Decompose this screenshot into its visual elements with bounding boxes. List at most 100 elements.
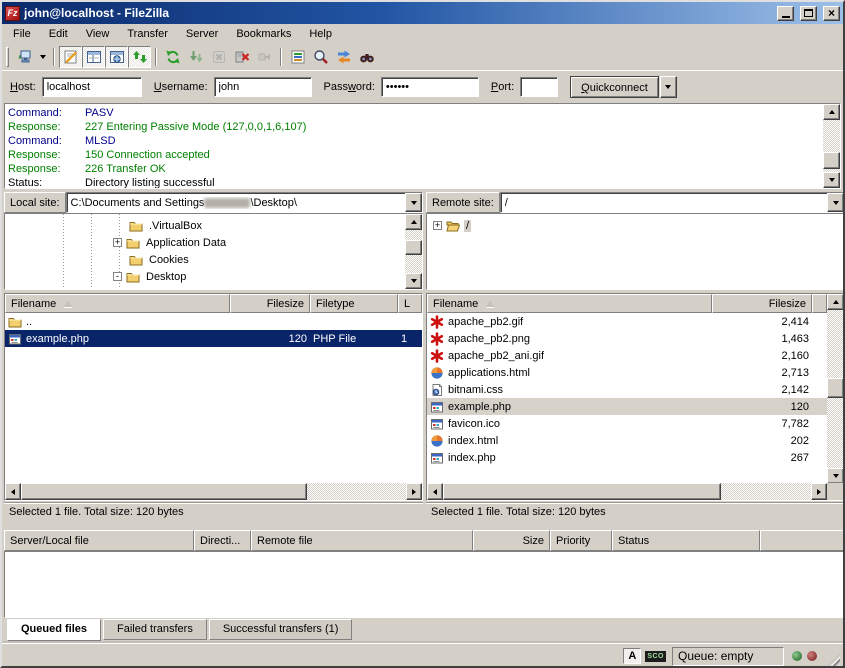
menu-server[interactable]: Server bbox=[177, 25, 227, 43]
expand-icon[interactable]: + bbox=[113, 238, 122, 247]
column-header-last-modified[interactable]: L bbox=[398, 294, 422, 313]
filename-filters-button[interactable] bbox=[286, 46, 309, 68]
remote-directory-tree[interactable]: + / bbox=[426, 213, 845, 290]
tab-successful-transfers[interactable]: Successful transfers (1) bbox=[209, 619, 353, 640]
local-horizontal-scrollbar[interactable] bbox=[5, 483, 422, 500]
site-manager-button[interactable] bbox=[13, 46, 36, 68]
horizontal-splitter[interactable] bbox=[2, 521, 845, 530]
tree-item-cookies[interactable]: Cookies bbox=[129, 251, 191, 268]
scroll-up-button[interactable] bbox=[827, 294, 844, 310]
minimize-button[interactable] bbox=[777, 6, 794, 21]
resize-grip[interactable] bbox=[826, 654, 840, 668]
scroll-left-button[interactable] bbox=[427, 483, 443, 500]
synchronized-browsing-button[interactable] bbox=[332, 46, 355, 68]
scroll-right-button[interactable] bbox=[406, 483, 422, 500]
process-queue-button[interactable] bbox=[184, 46, 207, 68]
local-file-row-parent[interactable]: .. bbox=[5, 313, 422, 330]
username-input[interactable] bbox=[214, 77, 312, 97]
toggle-transfer-queue-button[interactable] bbox=[128, 46, 151, 68]
speedlimit-badge-icon[interactable]: SCO bbox=[645, 651, 666, 662]
quickconnect-button[interactable]: Quickconnect bbox=[570, 76, 659, 98]
toolbar-grip[interactable] bbox=[6, 47, 9, 67]
menu-transfer[interactable]: Transfer bbox=[118, 25, 177, 43]
quickconnect-dropdown-button[interactable] bbox=[660, 76, 677, 98]
port-input[interactable] bbox=[520, 77, 558, 97]
scrollbar-thumb[interactable] bbox=[405, 240, 422, 255]
column-header-direction[interactable]: Directi... bbox=[194, 530, 251, 551]
local-directory-tree[interactable]: .VirtualBox + Application Data Cookies -… bbox=[4, 213, 423, 290]
vertical-splitter[interactable] bbox=[423, 192, 426, 501]
scroll-down-button[interactable] bbox=[827, 468, 844, 484]
menu-view[interactable]: View bbox=[77, 25, 119, 43]
cancel-operation-button[interactable] bbox=[207, 46, 230, 68]
local-file-row-selected[interactable]: example.php 120 PHP File 1 bbox=[5, 330, 422, 347]
scroll-left-button[interactable] bbox=[5, 483, 21, 500]
column-header-filename[interactable]: Filename bbox=[5, 294, 230, 313]
expand-icon[interactable]: + bbox=[433, 221, 442, 230]
scrollbar-thumb[interactable] bbox=[823, 152, 840, 169]
remote-site-dropdown-button[interactable] bbox=[827, 193, 844, 212]
scroll-up-button[interactable] bbox=[405, 214, 422, 230]
remote-file-row[interactable]: apache_pb2.png 1,463 bbox=[427, 330, 827, 347]
toggle-local-tree-button[interactable] bbox=[82, 46, 105, 68]
scrollbar-thumb[interactable] bbox=[21, 483, 307, 500]
message-log[interactable]: Command:PASV Response:227 Entering Passi… bbox=[4, 103, 841, 189]
column-header-size[interactable]: Size bbox=[473, 530, 550, 551]
menu-file[interactable]: File bbox=[4, 25, 40, 43]
find-files-button[interactable] bbox=[355, 46, 378, 68]
scrollbar-thumb[interactable] bbox=[827, 378, 844, 398]
remote-file-row[interactable]: favicon.ico 7,782 bbox=[427, 415, 827, 432]
scrollbar-thumb[interactable] bbox=[443, 483, 721, 500]
maximize-button[interactable] bbox=[800, 6, 817, 21]
tree-item-application-data[interactable]: + Application Data bbox=[113, 234, 228, 251]
column-header-filetype[interactable]: Filetype bbox=[310, 294, 398, 313]
column-header-filesize[interactable]: Filesize bbox=[712, 294, 812, 313]
remote-horizontal-scrollbar[interactable] bbox=[427, 483, 827, 500]
local-tree-scrollbar[interactable] bbox=[405, 214, 422, 289]
remote-site-combo[interactable]: / bbox=[500, 192, 845, 213]
column-header-filesize[interactable]: Filesize bbox=[230, 294, 310, 313]
refresh-button[interactable] bbox=[161, 46, 184, 68]
menu-help[interactable]: Help bbox=[300, 25, 341, 43]
tree-item-root[interactable]: + / bbox=[433, 217, 471, 234]
toggle-message-log-button[interactable] bbox=[59, 46, 82, 68]
remote-file-row[interactable]: index.php 267 bbox=[427, 449, 827, 466]
scroll-right-button[interactable] bbox=[811, 483, 827, 500]
menu-bookmarks[interactable]: Bookmarks bbox=[227, 25, 300, 43]
remote-file-row[interactable]: index.html 202 bbox=[427, 432, 827, 449]
tab-failed-transfers[interactable]: Failed transfers bbox=[103, 619, 207, 640]
close-button[interactable]: × bbox=[823, 6, 840, 21]
site-manager-dropdown-button[interactable] bbox=[36, 46, 49, 68]
password-input[interactable] bbox=[381, 77, 479, 97]
menu-edit[interactable]: Edit bbox=[40, 25, 77, 43]
remote-file-row[interactable]: apache_pb2_ani.gif 2,160 bbox=[427, 347, 827, 364]
column-header-priority[interactable]: Priority bbox=[550, 530, 612, 551]
column-header-filename[interactable]: Filename bbox=[427, 294, 712, 313]
tree-item-virtualbox[interactable]: .VirtualBox bbox=[129, 217, 204, 234]
remote-file-row[interactable]: bitnami.css 2,142 bbox=[427, 381, 827, 398]
directory-comparison-button[interactable] bbox=[309, 46, 332, 68]
remote-list-scrollbar[interactable] bbox=[827, 294, 844, 484]
local-site-combo[interactable]: C:\Documents and Settings\Desktop\ bbox=[66, 192, 423, 213]
remote-file-row[interactable]: apache_pb2.gif 2,414 bbox=[427, 313, 827, 330]
transfer-type-indicator-icon[interactable]: A bbox=[623, 648, 641, 664]
remote-file-row-selected[interactable]: example.php 120 bbox=[427, 398, 827, 415]
column-header-status[interactable]: Status bbox=[612, 530, 760, 551]
scroll-down-button[interactable] bbox=[405, 273, 422, 289]
log-scrollbar[interactable] bbox=[823, 104, 840, 188]
scroll-down-button[interactable] bbox=[823, 172, 840, 188]
reconnect-button[interactable] bbox=[253, 46, 276, 68]
queue-list[interactable] bbox=[4, 551, 845, 618]
collapse-icon[interactable]: - bbox=[113, 272, 122, 281]
scroll-up-button[interactable] bbox=[823, 104, 840, 120]
tab-queued-files[interactable]: Queued files bbox=[7, 619, 101, 641]
remote-file-row[interactable]: applications.html 2,713 bbox=[427, 364, 827, 381]
host-input[interactable] bbox=[42, 77, 142, 97]
local-site-dropdown-button[interactable] bbox=[405, 193, 422, 212]
disconnect-button[interactable] bbox=[230, 46, 253, 68]
tree-item-desktop[interactable]: - Desktop bbox=[113, 268, 188, 285]
column-header-server-local-file[interactable]: Server/Local file bbox=[4, 530, 194, 551]
titlebar[interactable]: Fz john@localhost - FileZilla × bbox=[2, 2, 843, 24]
toggle-remote-tree-button[interactable] bbox=[105, 46, 128, 68]
column-header-remote-file[interactable]: Remote file bbox=[251, 530, 473, 551]
